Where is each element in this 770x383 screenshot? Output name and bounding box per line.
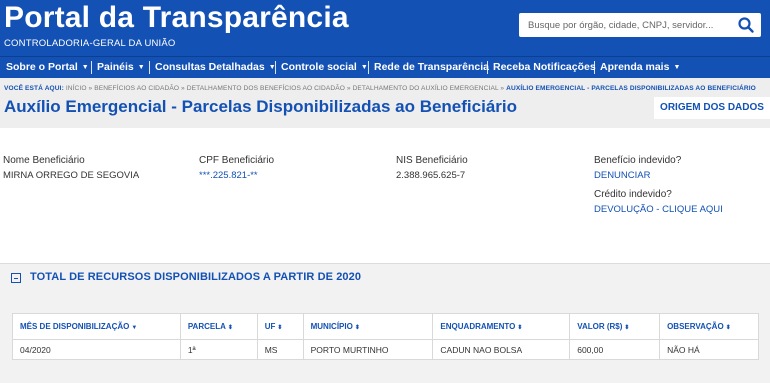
panel-title[interactable]: TOTAL DE RECURSOS DISPONIBILIZADOS A PAR… [30, 271, 361, 283]
beneficiary-cpf-value[interactable]: ***.225.821-** [199, 170, 258, 181]
cell-uf: MS [256, 339, 304, 360]
chevron-down-icon: ▼ [673, 64, 681, 71]
column-header-installment[interactable]: PARCELA ⬍ [179, 313, 258, 340]
table-row: 04/2020 1ª MS PORTO MURTINHO CADUN NAO B… [12, 339, 759, 360]
nav-divider [275, 61, 276, 74]
column-header-municipality[interactable]: MUNICÍPIO ⬍ [302, 313, 434, 340]
beneficiary-name-value: MIRNA ORREGO DE SEGOVIA [3, 170, 140, 181]
beneficiary-nis-label: NIS Beneficiário [396, 155, 468, 166]
portal-title[interactable]: Portal da Transparência [4, 1, 349, 35]
page-title: Auxílio Emergencial - Parcelas Disponibi… [4, 97, 518, 116]
portal-subtitle: CONTROLADORIA-GERAL DA UNIÃO [4, 38, 176, 49]
column-header-value[interactable]: VALOR (R$) ⬍ [569, 313, 661, 340]
main-nav: Sobre o Portal ▼ Painéis ▼ Consultas Detal… [0, 56, 770, 78]
sort-icon: ⬍ [517, 325, 523, 331]
nav-divider [594, 61, 595, 74]
sort-icon: ⬍ [277, 325, 283, 331]
beneficiary-cpf-label: CPF Beneficiário [199, 155, 275, 166]
nav-divider [149, 61, 150, 74]
column-header-framework[interactable]: ENQUADRAMENTO ⬍ [432, 313, 571, 340]
breadcrumb: VOCÊ ESTÁ AQUI: INÍCIO » BENEFÍCIOS AO C… [4, 85, 756, 92]
chevron-down-icon: ▼ [137, 64, 145, 71]
column-header-uf[interactable]: UF ⬍ [256, 313, 304, 340]
column-header-observation[interactable]: OBSERVAÇÃO ⬍ [659, 313, 759, 340]
search-icon[interactable] [737, 16, 755, 34]
table-header-row: MÊS DE DISPONIBILIZAÇÃO ▼ PARCELA ⬍ UF ⬍ MU… [12, 313, 759, 340]
nav-item-sobre-o-portal[interactable]: Sobre o Portal ▼ [6, 57, 89, 78]
nav-divider [368, 61, 369, 74]
sort-icon: ⬍ [624, 325, 630, 331]
nav-item-controle-social[interactable]: Controle social ▼ [281, 57, 368, 78]
chevron-down-icon: ▼ [360, 64, 368, 71]
breadcrumb-link[interactable]: DETALHAMENTO DO AUXÍLIO EMERGENCIAL [353, 85, 499, 92]
search-input[interactable] [519, 13, 729, 37]
nav-item-receba-notificacoes[interactable]: Receba Notificações [493, 57, 596, 78]
site-header: Portal da Transparência CONTROLADORIA-GE… [0, 0, 770, 56]
nav-item-aprenda-mais[interactable]: Aprenda mais ▼ [600, 57, 680, 78]
refund-link[interactable]: DEVOLUÇÃO - CLIQUE AQUI [594, 204, 723, 215]
undue-credit-label: Crédito indevido? [594, 189, 672, 200]
column-header-month[interactable]: MÊS DE DISPONIBILIZAÇÃO ▼ [12, 313, 181, 340]
breadcrumb-prefix: VOCÊ ESTÁ AQUI: [4, 85, 64, 92]
sort-icon: ⬍ [725, 325, 731, 331]
nav-divider [487, 61, 488, 74]
breadcrumb-link[interactable]: INÍCIO [66, 85, 87, 92]
origin-of-data-button[interactable]: ORIGEM DOS DADOS [654, 97, 770, 119]
chevron-down-icon: ▼ [81, 64, 89, 71]
cell-installment: 1ª [179, 339, 258, 360]
cell-municipality: PORTO MURTINHO [302, 339, 434, 360]
sort-icon: ⬍ [227, 325, 233, 331]
collapse-icon[interactable] [11, 273, 21, 283]
cell-framework: CADUN NAO BOLSA [432, 339, 571, 360]
search-box [519, 13, 761, 37]
installments-table: MÊS DE DISPONIBILIZAÇÃO ▼ PARCELA ⬍ UF ⬍ MU… [12, 313, 759, 360]
nav-item-rede-de-transparencia[interactable]: Rede de Transparência [374, 57, 489, 78]
cell-month: 04/2020 [12, 339, 181, 360]
cell-observation: NÃO HÁ [659, 339, 759, 360]
breadcrumb-link[interactable]: BENEFÍCIOS AO CIDADÃO [94, 85, 179, 92]
breadcrumb-current: AUXÍLIO EMERGENCIAL - PARCELAS DISPONIBI… [506, 85, 756, 92]
breadcrumb-link[interactable]: DETALHAMENTO DOS BENEFÍCIOS AO CIDADÃO [187, 85, 345, 92]
nav-item-paineis[interactable]: Painéis ▼ [97, 57, 145, 78]
sort-desc-icon: ▼ [131, 325, 138, 331]
sort-icon: ⬍ [354, 325, 360, 331]
undue-benefit-label: Benefício indevido? [594, 155, 682, 166]
report-link[interactable]: DENUNCIAR [594, 170, 650, 181]
beneficiary-nis-value: 2.388.965.625-7 [396, 170, 466, 181]
nav-item-consultas-detalhadas[interactable]: Consultas Detalhadas ▼ [155, 57, 276, 78]
beneficiary-name-label: Nome Beneficiário [3, 155, 85, 166]
nav-divider [91, 61, 92, 74]
cell-value: 600,00 [569, 339, 661, 360]
